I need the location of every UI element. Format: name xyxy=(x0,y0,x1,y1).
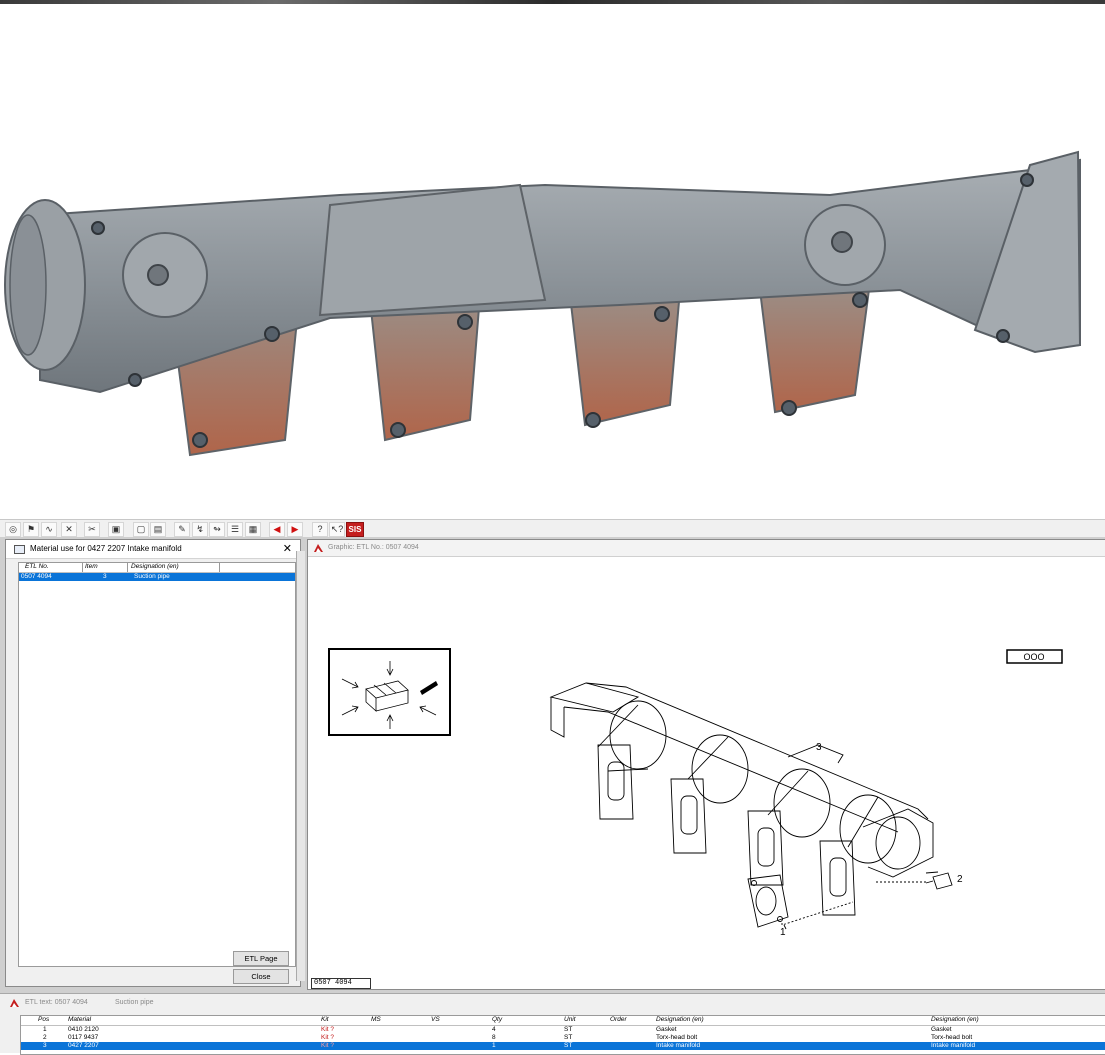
grid-icon[interactable]: ▦ xyxy=(245,522,261,537)
table-header: Pos Material Kit MS VS Qty Unit Order De… xyxy=(21,1016,1105,1026)
col-vs[interactable]: VS xyxy=(431,1016,440,1024)
photo-top-strip xyxy=(0,0,1105,4)
help-icon[interactable]: ? xyxy=(312,522,328,537)
col-item[interactable]: Item xyxy=(85,563,98,570)
etl-text-title: ETL text: 0507 4094 xyxy=(25,999,88,1006)
exploded-parts-drawing[interactable]: OOO 3 2 1 xyxy=(308,557,1104,987)
splitter[interactable] xyxy=(296,551,305,981)
row-etl-no: 0507 4094 xyxy=(21,573,52,580)
row-designation: Suction pipe xyxy=(134,573,170,580)
etl-text-title-bar: ETL text: 0507 4094 Suction pipe xyxy=(0,994,1105,1011)
wrench-icon[interactable]: ∿ xyxy=(41,522,57,537)
cell-qty: 8 xyxy=(492,1034,496,1041)
new-doc-icon[interactable]: ▢ xyxy=(133,522,149,537)
cell-designation: Intake manifold xyxy=(656,1042,701,1049)
col-kit[interactable]: Kit xyxy=(321,1016,329,1024)
sis-window-icon xyxy=(314,544,323,552)
cell-pos: 1 xyxy=(43,1026,47,1033)
col-ms[interactable]: MS xyxy=(371,1016,381,1024)
etl-text-description: Suction pipe xyxy=(115,999,154,1006)
col-material[interactable]: Material xyxy=(68,1016,91,1024)
part-photo xyxy=(0,0,1105,515)
material-use-dialog: Material use for 0427 2207 Intake manifo… xyxy=(5,539,301,987)
etl-text-panel: ETL text: 0507 4094 Suction pipe Pos Mat… xyxy=(0,993,1105,1055)
col-unit[interactable]: Unit xyxy=(564,1016,576,1024)
dialog-title: Material use for 0427 2207 Intake manifo… xyxy=(30,544,182,553)
arrow-right-icon[interactable]: ▶ xyxy=(287,522,303,537)
parts-table[interactable]: Pos Material Kit MS VS Qty Unit Order De… xyxy=(20,1015,1105,1055)
cell-material: 0427 2207 xyxy=(68,1042,99,1049)
x-icon[interactable]: ✕ xyxy=(61,522,77,537)
manifold-drawing xyxy=(549,682,953,930)
pointer-help-icon[interactable]: ↖? xyxy=(329,522,345,537)
table-row-selected[interactable]: 3 0427 2207 Kit ? 1 ST Intake manifold I… xyxy=(21,1042,1105,1050)
col-order[interactable]: Order xyxy=(610,1016,627,1024)
col-qty[interactable]: Qty xyxy=(492,1016,502,1024)
cell-designation-2: Intake manifold xyxy=(931,1042,976,1049)
ooo-label: OOO xyxy=(1023,652,1044,662)
etl-page-button[interactable]: ETL Page xyxy=(233,951,289,966)
graphic-title-bar: Graphic: ETL No.: 0507 4094 xyxy=(308,540,1105,557)
cell-designation-2: Gasket xyxy=(931,1026,952,1033)
table-row[interactable]: 1 0410 2120 Kit ? 4 ST Gasket Gasket xyxy=(21,1026,1105,1034)
cell-unit: ST xyxy=(564,1034,573,1041)
callout-1: 1 xyxy=(780,927,786,938)
cell-material: 0410 2120 xyxy=(68,1026,99,1033)
cell-unit: ST xyxy=(564,1042,573,1049)
row-item: 3 xyxy=(103,573,107,580)
arrow-left-icon[interactable]: ◀ xyxy=(269,522,285,537)
callout-3: 3 xyxy=(816,742,822,753)
ref-a-icon[interactable]: ↯ xyxy=(192,522,208,537)
sis-window-icon xyxy=(10,999,19,1007)
bookmark-icon[interactable]: ⚑ xyxy=(23,522,39,537)
close-icon[interactable]: ✕ xyxy=(283,540,292,558)
callout-2: 2 xyxy=(957,874,963,885)
col-designation[interactable]: Designation (en) xyxy=(656,1016,704,1024)
col-pos[interactable]: Pos xyxy=(38,1016,49,1024)
print-icon[interactable]: ▣ xyxy=(108,522,124,537)
etl-list[interactable]: ETL No. Item Designation (en) 0507 4094 … xyxy=(18,562,296,967)
cell-designation: Gasket xyxy=(656,1026,677,1033)
window-icon xyxy=(14,545,25,554)
col-designation-2[interactable]: Designation (en) xyxy=(931,1016,979,1024)
cut-icon[interactable]: ✂ xyxy=(84,522,100,537)
list-item[interactable]: 0507 4094 3 Suction pipe xyxy=(19,573,295,581)
close-button[interactable]: Close xyxy=(233,969,289,984)
cell-pos: 2 xyxy=(43,1034,47,1041)
cell-material: 0117 9437 xyxy=(68,1034,99,1041)
etl-number-label: 0507 4094 xyxy=(311,978,371,989)
graphic-title: Graphic: ETL No.: 0507 4094 xyxy=(328,544,419,551)
main-toolbar: ◎ ⚑ ∿ ✕ ✂ ▣ ▢ ▤ ✎ ↯ ↬ ☰ ▦ ◀ ▶ ? ↖? SIS xyxy=(0,519,1105,539)
ref-b-icon[interactable]: ↬ xyxy=(209,522,225,537)
cell-kit[interactable]: Kit ? xyxy=(321,1034,334,1042)
cell-qty: 4 xyxy=(492,1026,496,1033)
cell-qty: 1 xyxy=(492,1042,496,1049)
list-icon[interactable]: ☰ xyxy=(227,522,243,537)
table-row[interactable]: 2 0117 9437 Kit ? 8 ST Torx-head bolt To… xyxy=(21,1034,1105,1042)
cell-designation-2: Torx-head bolt xyxy=(931,1034,973,1041)
orientation-view-icon xyxy=(341,661,437,729)
open-folder-icon[interactable]: ▤ xyxy=(150,522,166,537)
cell-pos: 3 xyxy=(43,1042,47,1049)
list-header: ETL No. Item Designation (en) xyxy=(19,563,295,573)
glasses-icon[interactable]: ◎ xyxy=(5,522,21,537)
graphic-window: Graphic: ETL No.: 0507 4094 OOO 3 2 1 05… xyxy=(307,539,1105,990)
col-designation[interactable]: Designation (en) xyxy=(131,563,179,570)
pencil-icon[interactable]: ✎ xyxy=(174,522,190,537)
cell-unit: ST xyxy=(564,1026,573,1033)
dialog-title-bar: Material use for 0427 2207 Intake manifo… xyxy=(6,540,300,559)
sis-logo[interactable]: SIS xyxy=(346,522,364,537)
col-etl-no[interactable]: ETL No. xyxy=(25,563,49,570)
intake-manifold-photo-icon xyxy=(4,150,1082,457)
cell-kit[interactable]: Kit ? xyxy=(321,1026,334,1034)
cell-designation: Torx-head bolt xyxy=(656,1034,698,1041)
cell-kit[interactable]: Kit ? xyxy=(321,1042,334,1050)
